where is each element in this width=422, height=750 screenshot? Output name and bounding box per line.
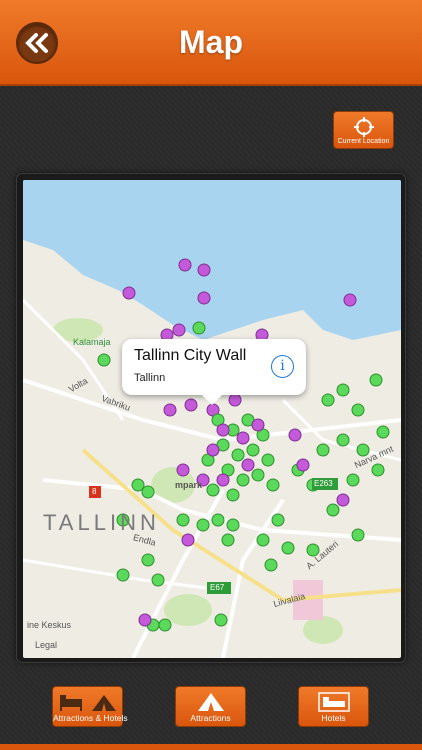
callout-subtitle: Tallinn xyxy=(134,372,166,384)
map-frame: Kalamaja Volta Vabriku Narva mnt Liivala… xyxy=(16,173,406,663)
bed-icon xyxy=(317,692,350,712)
map-label-keskus: ine Keskus xyxy=(27,620,72,630)
road-badge-e263: E263 xyxy=(314,479,333,488)
legal-link[interactable]: Legal xyxy=(35,640,57,650)
map-label-toompark: mpark xyxy=(175,480,203,490)
attractions-hotels-button[interactable]: Attractions & Hotels xyxy=(52,686,128,727)
current-location-label: Current Location xyxy=(337,138,390,145)
page-title: Map xyxy=(179,24,243,60)
road-badge-8: 8 xyxy=(92,487,97,496)
callout-title: Tallinn City Wall xyxy=(134,347,247,364)
hotels-label: Hotels xyxy=(321,713,346,723)
pin-callout[interactable]: Tallinn City Wall Tallinn i xyxy=(122,339,306,405)
attractions-hotels-label: Attractions & Hotels xyxy=(53,713,128,723)
info-icon[interactable]: i xyxy=(271,355,294,378)
attractions-label: Attractions xyxy=(190,713,231,723)
bed-tent-icon xyxy=(59,695,116,711)
map-view[interactable]: Kalamaja Volta Vabriku Narva mnt Liivala… xyxy=(23,180,401,658)
current-location-button[interactable]: Current Location xyxy=(333,111,394,149)
attractions-button[interactable]: Attractions xyxy=(175,686,246,727)
top-bar: Map xyxy=(0,0,422,86)
hotels-button[interactable]: Hotels xyxy=(298,686,369,727)
bottom-strip xyxy=(0,744,422,750)
crosshair-icon xyxy=(354,117,374,137)
road-badge-e67: E67 xyxy=(210,583,225,592)
tent-icon xyxy=(197,693,224,711)
map-label-city: TALLINN xyxy=(43,510,160,535)
map-label-kalamaja: Kalamaja xyxy=(73,337,111,347)
